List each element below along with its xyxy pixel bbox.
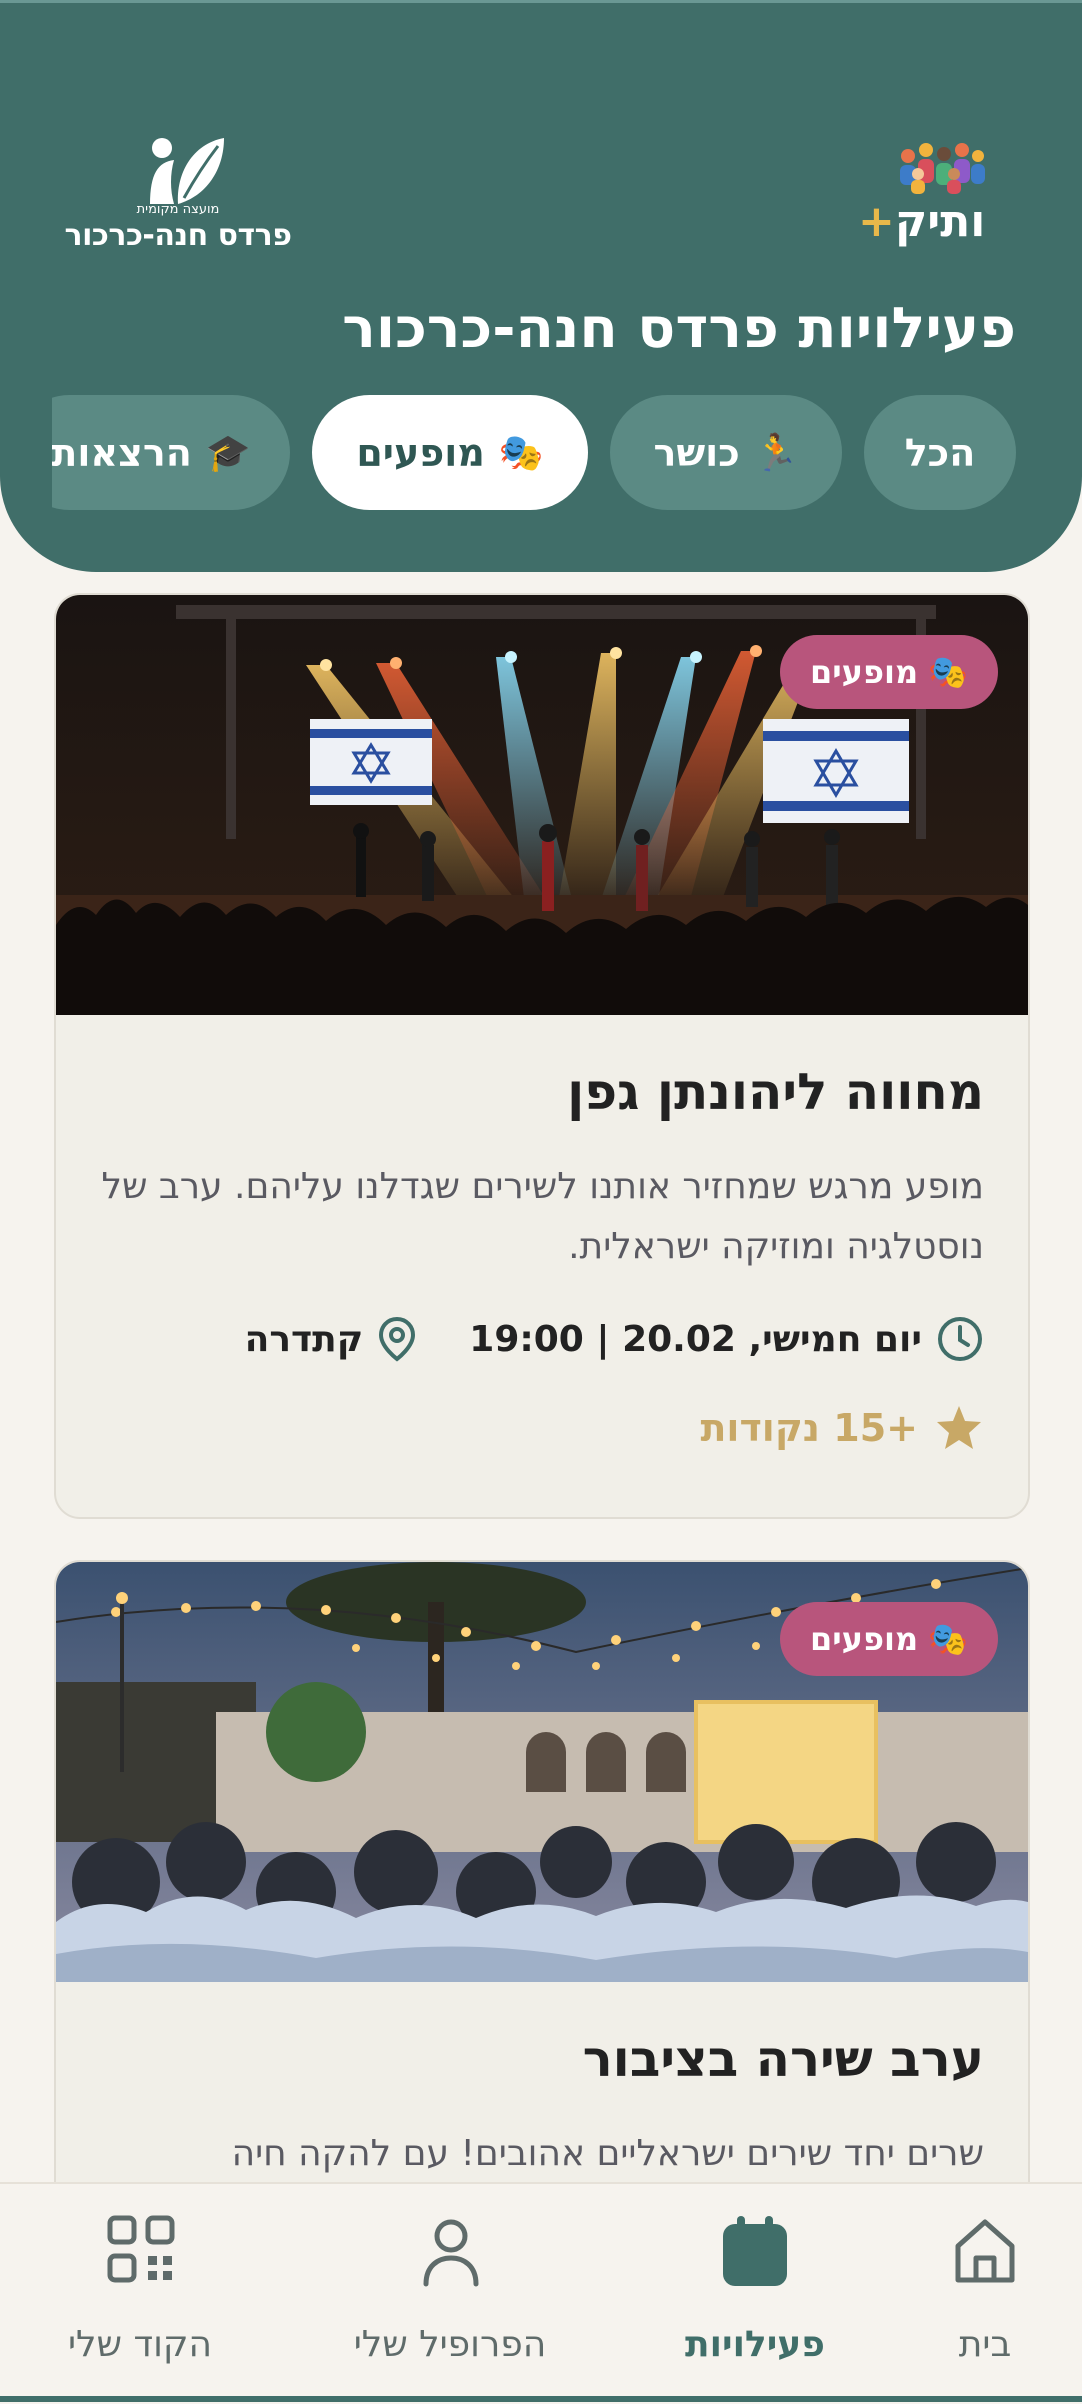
vatik-plus: + bbox=[858, 196, 895, 247]
star-icon bbox=[937, 1406, 981, 1449]
category-badge-label: מופעים bbox=[809, 1620, 919, 1658]
event-points: +15 נקודות bbox=[700, 1403, 984, 1453]
council-logo[interactable]: מועצה מקומית פרדס חנה-כרכור bbox=[58, 134, 298, 254]
event-location: קתדרה bbox=[244, 1318, 364, 1360]
running-icon: 🏃 bbox=[753, 432, 799, 474]
filter-chip-shows[interactable]: 🎭 מופעים bbox=[312, 395, 588, 510]
nav-home[interactable]: בית bbox=[900, 2184, 1070, 2404]
page-title: פעילויות פרדס חנה-כרכור bbox=[342, 296, 1016, 361]
community-singing-image: 🎭 מופעים bbox=[56, 1562, 1028, 1982]
event-description: שרים יחד שירים ישראליים אהובים! עם להקה … bbox=[231, 2133, 984, 2174]
nav-profile-label: הפרופיל שלי bbox=[353, 2324, 547, 2365]
event-title: מחווה ליהונתן גפן bbox=[567, 1063, 984, 1121]
event-description: מופע מרגש שמחזיר אותנו לשירים שגדלנו עלי… bbox=[101, 1166, 985, 1267]
user-icon bbox=[423, 2219, 479, 2287]
home-icon bbox=[955, 2219, 1015, 2283]
nav-activities-label: פעילויות bbox=[685, 2324, 825, 2365]
bottom-nav: בית פעילויות הפרופיל שלי הקוד שלי bbox=[0, 2182, 1082, 2404]
nav-my-code-label: הקוד שלי bbox=[68, 2324, 212, 2365]
qr-code-icon bbox=[107, 2215, 175, 2283]
filter-chip-fitness[interactable]: 🏃 כושר bbox=[610, 395, 842, 510]
event-meta: יום חמישי, 20.02 | 19:00 קתדרה bbox=[245, 1315, 984, 1363]
filter-chip-lectures[interactable]: 🎓 הרצאות bbox=[52, 395, 290, 510]
people-group-icon bbox=[900, 143, 985, 194]
theater-masks-icon: 🎭 bbox=[928, 1620, 968, 1658]
top-strip bbox=[0, 0, 1082, 3]
category-badge-label: מופעים bbox=[809, 653, 919, 691]
nav-activities[interactable]: פעילויות bbox=[640, 2184, 870, 2404]
concert-stage-image: 🎭 מופעים bbox=[56, 595, 1028, 1015]
filter-chip-label: כושר bbox=[653, 430, 740, 475]
filter-chip-label: הרצאות bbox=[52, 430, 192, 475]
clock-icon bbox=[938, 1317, 982, 1361]
theater-masks-icon: 🎭 bbox=[928, 653, 968, 691]
header: +ותיק מועצה מקומית פרדס חנה-כרכור פעילוי… bbox=[0, 0, 1082, 572]
calendar-icon bbox=[723, 2216, 787, 2286]
location-pin-icon bbox=[379, 1316, 416, 1362]
council-name: פרדס חנה-כרכור bbox=[64, 218, 292, 253]
nav-my-code[interactable]: הקוד שלי bbox=[40, 2184, 240, 2404]
event-card[interactable]: 🎭 מופעים ערב שירה בציבור שרים יחד שירים … bbox=[54, 1560, 1030, 2264]
filter-chips: הכל 🏃 כושר 🎭 מופעים 🎓 הרצאות bbox=[52, 395, 1082, 510]
leaf-person-icon bbox=[150, 138, 224, 204]
event-title: ערב שירה בציבור bbox=[582, 2030, 984, 2088]
nav-profile[interactable]: הפרופיל שלי bbox=[320, 2184, 580, 2404]
category-badge: 🎭 מופעים bbox=[779, 1602, 998, 1676]
filter-chip-label: הכל bbox=[904, 430, 976, 475]
filter-chip-label: מופעים bbox=[356, 430, 485, 475]
event-datetime: יום חמישי, 20.02 | 19:00 bbox=[469, 1318, 922, 1360]
council-small-text: מועצה מקומית bbox=[136, 202, 220, 217]
vatik-word: ותיק bbox=[894, 196, 986, 247]
graduation-cap-icon: 🎓 bbox=[205, 432, 251, 474]
filter-chip-all[interactable]: הכל bbox=[864, 395, 1016, 510]
theater-masks-icon: 🎭 bbox=[498, 432, 544, 474]
vatik-logo[interactable]: +ותיק bbox=[858, 138, 988, 248]
category-badge: 🎭 מופעים bbox=[779, 635, 998, 709]
nav-home-label: בית bbox=[958, 2324, 1012, 2365]
points-label: +15 נקודות bbox=[700, 1406, 918, 1450]
bottom-bar bbox=[0, 2396, 1082, 2402]
event-card[interactable]: 🎭 מופעים מחווה ליהונתן גפן מופע מרגש שמח… bbox=[54, 593, 1030, 1519]
